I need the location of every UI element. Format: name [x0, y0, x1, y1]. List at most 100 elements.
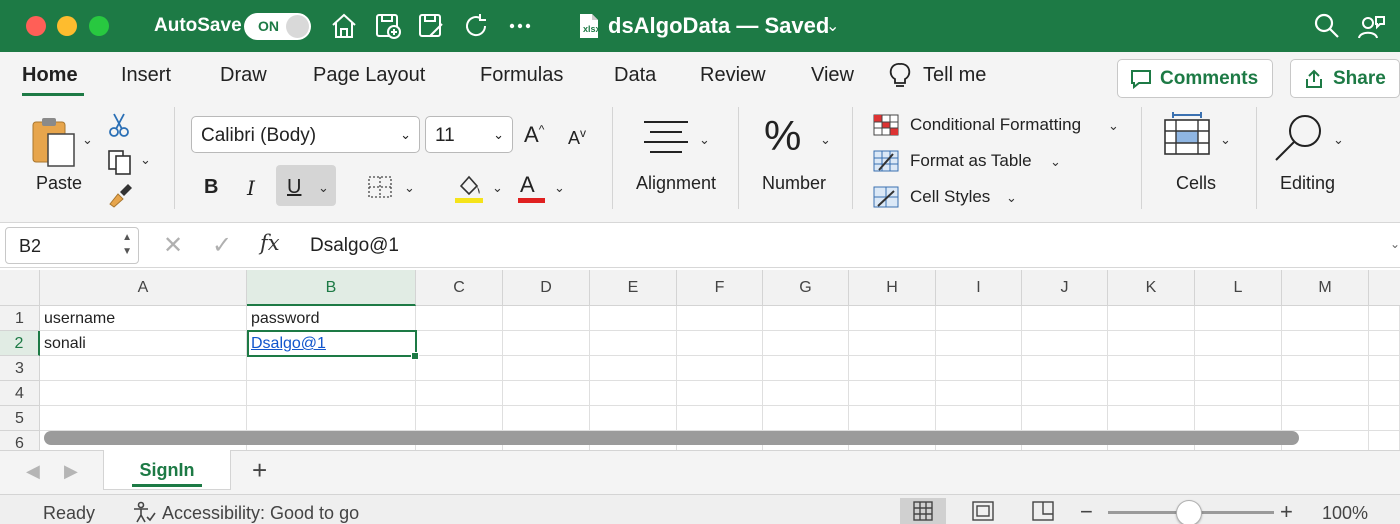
chevron-down-icon[interactable]: ⌄: [1108, 118, 1119, 134]
grid-cell[interactable]: [503, 406, 590, 431]
page-break-view-button[interactable]: [1020, 498, 1066, 524]
grid-cell[interactable]: [763, 381, 849, 406]
row-header-3[interactable]: 3: [0, 356, 40, 381]
zoom-window-button[interactable]: [89, 16, 109, 36]
grid-cell[interactable]: [936, 306, 1022, 331]
grid-cell[interactable]: [40, 356, 247, 381]
chevron-down-icon[interactable]: ⌄: [492, 180, 503, 196]
font-size-select[interactable]: 11 ⌄: [425, 116, 513, 153]
grid-cell[interactable]: [936, 331, 1022, 356]
grid-cell[interactable]: [1282, 406, 1369, 431]
grid-cell[interactable]: [416, 331, 503, 356]
accessibility-status[interactable]: Accessibility: Good to go: [162, 503, 359, 524]
column-header-a[interactable]: A: [40, 270, 247, 306]
profile-icon[interactable]: [1356, 12, 1386, 42]
tell-me-search[interactable]: Tell me: [923, 64, 986, 87]
grid-cell[interactable]: [503, 381, 590, 406]
row-header-2[interactable]: 2: [0, 331, 40, 356]
decrease-font-size-icon[interactable]: Av: [568, 126, 586, 149]
grid-cell[interactable]: [677, 381, 763, 406]
grid-cell[interactable]: [763, 331, 849, 356]
tab-insert[interactable]: Insert: [121, 64, 171, 87]
grid-cell[interactable]: [849, 406, 936, 431]
chevron-down-icon[interactable]: ⌄: [1050, 154, 1061, 170]
cut-icon[interactable]: [108, 112, 130, 138]
grid-cell[interactable]: [590, 331, 677, 356]
grid-cell[interactable]: [503, 331, 590, 356]
redo-icon[interactable]: [461, 11, 491, 41]
grid-cell[interactable]: [1022, 331, 1108, 356]
grid-cell[interactable]: [763, 406, 849, 431]
grid-cell[interactable]: [590, 381, 677, 406]
cancel-entry-icon[interactable]: ✕: [163, 231, 183, 260]
comments-button[interactable]: Comments: [1117, 59, 1273, 98]
document-title[interactable]: dsAlgoData — Saved: [608, 13, 829, 39]
borders-icon[interactable]: [367, 175, 393, 199]
grid-cell[interactable]: [590, 356, 677, 381]
grid-cell[interactable]: [936, 356, 1022, 381]
format-as-table-button[interactable]: Format as Table: [910, 151, 1032, 171]
grid-cell[interactable]: [1108, 331, 1195, 356]
column-header-i[interactable]: I: [936, 270, 1022, 306]
column-header-e[interactable]: E: [590, 270, 677, 306]
accessibility-icon[interactable]: [132, 501, 156, 523]
grid-cell[interactable]: [677, 406, 763, 431]
format-painter-icon[interactable]: [106, 182, 134, 208]
home-icon[interactable]: [329, 11, 359, 41]
name-box-stepper-icon[interactable]: ▲ ▼: [122, 231, 132, 259]
grid-cell[interactable]: [40, 381, 247, 406]
select-all-corner[interactable]: [0, 270, 40, 306]
grid-cell[interactable]: [590, 306, 677, 331]
font-name-select[interactable]: Calibri (Body) ⌄: [191, 116, 420, 153]
tab-draw[interactable]: Draw: [220, 64, 267, 87]
row-header-6[interactable]: 6: [0, 431, 40, 450]
grid-cell[interactable]: [677, 356, 763, 381]
font-color-button[interactable]: A: [520, 172, 535, 198]
save-icon[interactable]: [416, 11, 446, 41]
grid-cell[interactable]: [1369, 406, 1400, 431]
row-header-4[interactable]: 4: [0, 381, 40, 406]
chevron-down-icon[interactable]: ⌄: [699, 132, 710, 148]
chevron-down-icon[interactable]: ⌄: [1006, 190, 1017, 206]
grid-cell[interactable]: [1369, 356, 1400, 381]
grid-cell[interactable]: [936, 381, 1022, 406]
grid-cell[interactable]: [1022, 356, 1108, 381]
grid-cell[interactable]: [247, 406, 416, 431]
column-header-c[interactable]: C: [416, 270, 503, 306]
grid-cell[interactable]: [849, 331, 936, 356]
grid-cell[interactable]: [590, 406, 677, 431]
search-icon[interactable]: [1313, 12, 1341, 40]
grid-cell[interactable]: [1022, 406, 1108, 431]
chevron-down-icon[interactable]: ⌄: [820, 132, 831, 148]
tab-data[interactable]: Data: [614, 64, 656, 87]
cell-styles-button[interactable]: Cell Styles: [910, 187, 990, 207]
percent-icon[interactable]: %: [764, 112, 801, 160]
chevron-down-icon[interactable]: ⌄: [826, 16, 839, 36]
row-header-1[interactable]: 1: [0, 306, 40, 331]
confirm-entry-icon[interactable]: ✓: [212, 231, 232, 260]
increase-font-size-icon[interactable]: A^: [524, 122, 544, 148]
column-header-k[interactable]: K: [1108, 270, 1195, 306]
save-as-icon[interactable]: [373, 11, 403, 41]
chevron-down-icon[interactable]: ⌄: [82, 132, 93, 148]
grid-cell[interactable]: [1195, 306, 1282, 331]
grid-cell[interactable]: [1108, 381, 1195, 406]
chevron-down-icon[interactable]: ⌄: [1333, 132, 1344, 148]
formula-input[interactable]: Dsalgo@1: [310, 235, 399, 257]
grid-cell[interactable]: [1195, 406, 1282, 431]
zoom-slider-handle[interactable]: [1176, 500, 1202, 524]
grid-cell[interactable]: [849, 381, 936, 406]
grid-cell[interactable]: [763, 356, 849, 381]
copy-icon[interactable]: [106, 148, 134, 176]
spreadsheet-grid[interactable]: A B C D E F G H I J K L M 1 2 3 4 5 6 us…: [0, 270, 1400, 450]
close-window-button[interactable]: [26, 16, 46, 36]
cells-icon[interactable]: [1163, 112, 1211, 156]
tab-review[interactable]: Review: [700, 64, 766, 87]
more-icon[interactable]: [505, 11, 535, 41]
grid-cell[interactable]: [1108, 406, 1195, 431]
grid-cell[interactable]: [1022, 381, 1108, 406]
grid-cell[interactable]: [416, 406, 503, 431]
grid-cell[interactable]: [1108, 306, 1195, 331]
alignment-icon[interactable]: [642, 118, 690, 156]
italic-button[interactable]: I: [247, 176, 255, 200]
